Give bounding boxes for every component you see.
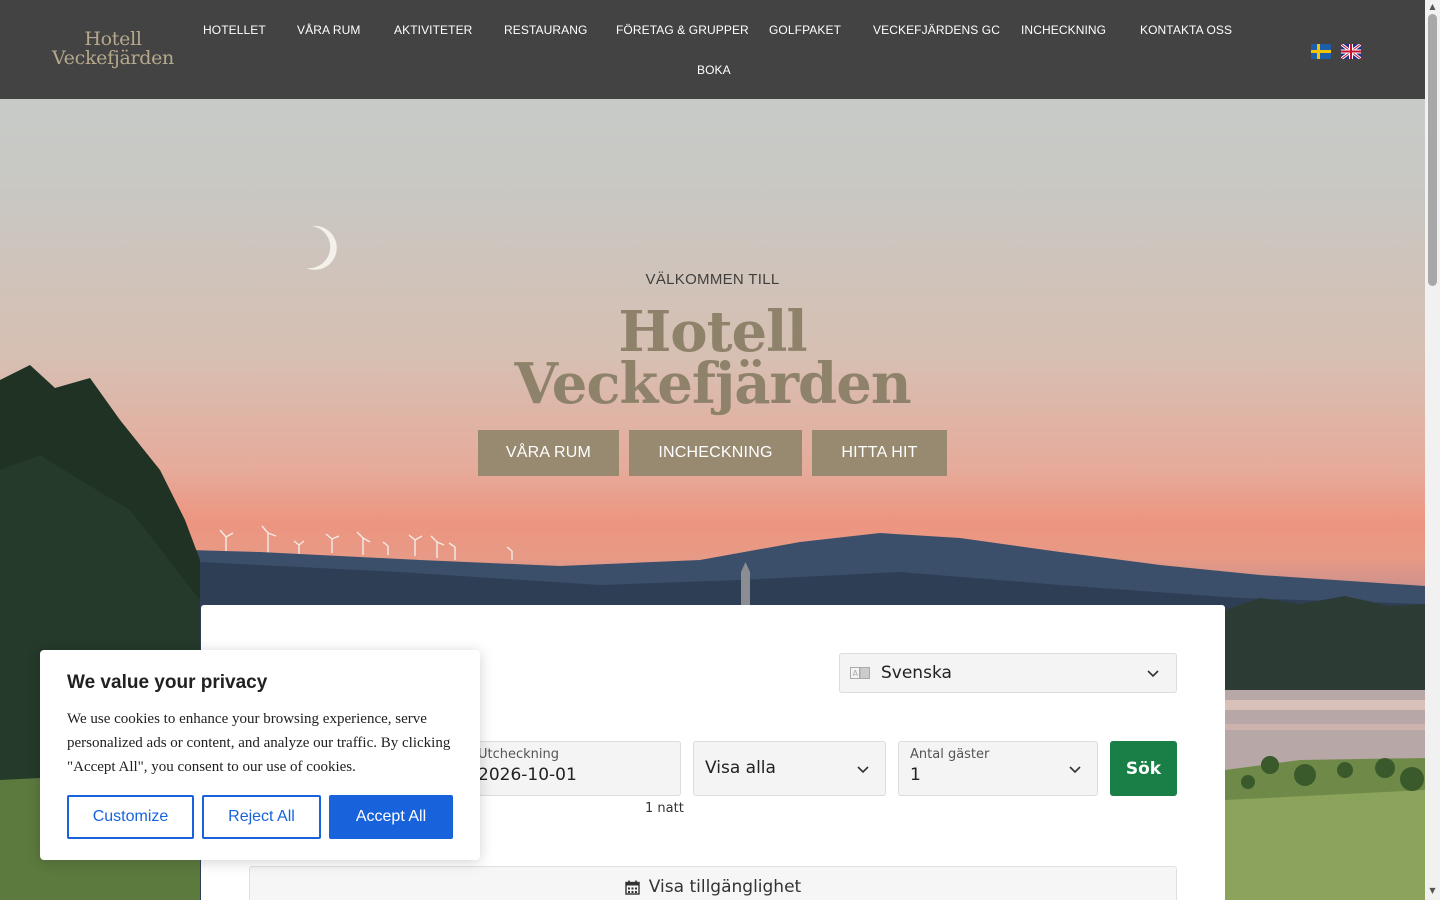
accept-all-button[interactable]: Accept All bbox=[329, 795, 453, 839]
nav-item-incheckning[interactable]: INCHECKNING bbox=[1021, 23, 1106, 37]
svg-text:A: A bbox=[853, 669, 859, 678]
room-filter-select[interactable]: Visa alla bbox=[693, 741, 886, 796]
customize-button[interactable]: Customize bbox=[67, 795, 194, 839]
scroll-down-arrow-icon[interactable]: ▼ bbox=[1428, 886, 1437, 895]
moon-icon bbox=[306, 225, 337, 270]
page-scrollbar[interactable]: ▲ ▼ bbox=[1425, 0, 1440, 900]
hitta-hit-button[interactable]: HITTA HIT bbox=[812, 430, 947, 476]
uk-flag-icon[interactable] bbox=[1341, 44, 1361, 59]
chevron-down-icon bbox=[1069, 766, 1081, 774]
checkout-value: 2026-10-01 bbox=[478, 765, 577, 785]
incheckning-button[interactable]: INCHECKNING bbox=[629, 430, 802, 476]
guests-select[interactable]: Antal gäster 1 bbox=[898, 741, 1098, 796]
show-availability-button[interactable]: Visa tillgänglighet bbox=[249, 866, 1177, 900]
nav-item-aktiviteter[interactable]: AKTIVITETER bbox=[394, 23, 472, 37]
checkout-label: Utcheckning bbox=[478, 747, 560, 762]
hotel-logo[interactable]: Hotell Veckefjärden bbox=[52, 30, 174, 68]
welcome-text: VÄLKOMMEN TILL bbox=[645, 271, 780, 288]
cookie-title: We value your privacy bbox=[67, 672, 268, 693]
site-header: Hotell Veckefjärden HOTELLET VÅRA RUM AK… bbox=[0, 0, 1425, 99]
nav-item-vara-rum[interactable]: VÅRA RUM bbox=[297, 23, 360, 37]
nights-count: 1 natt bbox=[645, 801, 684, 816]
scrollbar-thumb[interactable] bbox=[1428, 14, 1437, 286]
nav-item-hotellet[interactable]: HOTELLET bbox=[203, 23, 266, 37]
chevron-down-icon bbox=[857, 766, 869, 774]
show-availability-label: Visa tillgänglighet bbox=[648, 877, 802, 897]
language-select[interactable]: A Svenska bbox=[839, 653, 1177, 693]
search-button[interactable]: Sök bbox=[1110, 741, 1177, 796]
checkout-date-field[interactable]: Utcheckning 2026-10-01 bbox=[466, 741, 681, 796]
nav-item-kontakta-oss[interactable]: KONTAKTA OSS bbox=[1140, 23, 1232, 37]
swedish-flag-icon[interactable] bbox=[1311, 44, 1331, 59]
nav-item-golfpaket[interactable]: GOLFPAKET bbox=[769, 23, 841, 37]
logo-line2: Veckefjärden bbox=[52, 47, 174, 69]
scroll-up-arrow-icon[interactable]: ▲ bbox=[1428, 2, 1437, 11]
cookie-consent-dialog: We value your privacy We use cookies to … bbox=[40, 650, 480, 860]
nav-item-foretag-grupper[interactable]: FÖRETAG & GRUPPER bbox=[616, 23, 749, 37]
nav-item-veckefjardens-gc[interactable]: VECKEFJÄRDENS GC bbox=[873, 23, 1000, 37]
cookie-text: We use cookies to enhance your browsing … bbox=[67, 711, 451, 775]
chevron-down-icon bbox=[1147, 670, 1159, 678]
nav-item-restaurang[interactable]: RESTAURANG bbox=[504, 23, 587, 37]
nav-item-boka[interactable]: BOKA bbox=[697, 63, 731, 77]
language-select-value: Svenska bbox=[881, 663, 952, 683]
translate-icon: A bbox=[850, 667, 870, 679]
reject-all-button[interactable]: Reject All bbox=[202, 795, 321, 839]
calendar-icon bbox=[625, 880, 640, 895]
hero-title: Hotell Veckefjärden bbox=[0, 304, 1425, 417]
hero-title-line2: Veckefjärden bbox=[514, 351, 911, 417]
guests-value: 1 bbox=[910, 765, 921, 785]
guests-label: Antal gäster bbox=[910, 747, 990, 762]
vara-rum-button[interactable]: VÅRA RUM bbox=[478, 430, 619, 476]
room-filter-value: Visa alla bbox=[705, 758, 776, 778]
